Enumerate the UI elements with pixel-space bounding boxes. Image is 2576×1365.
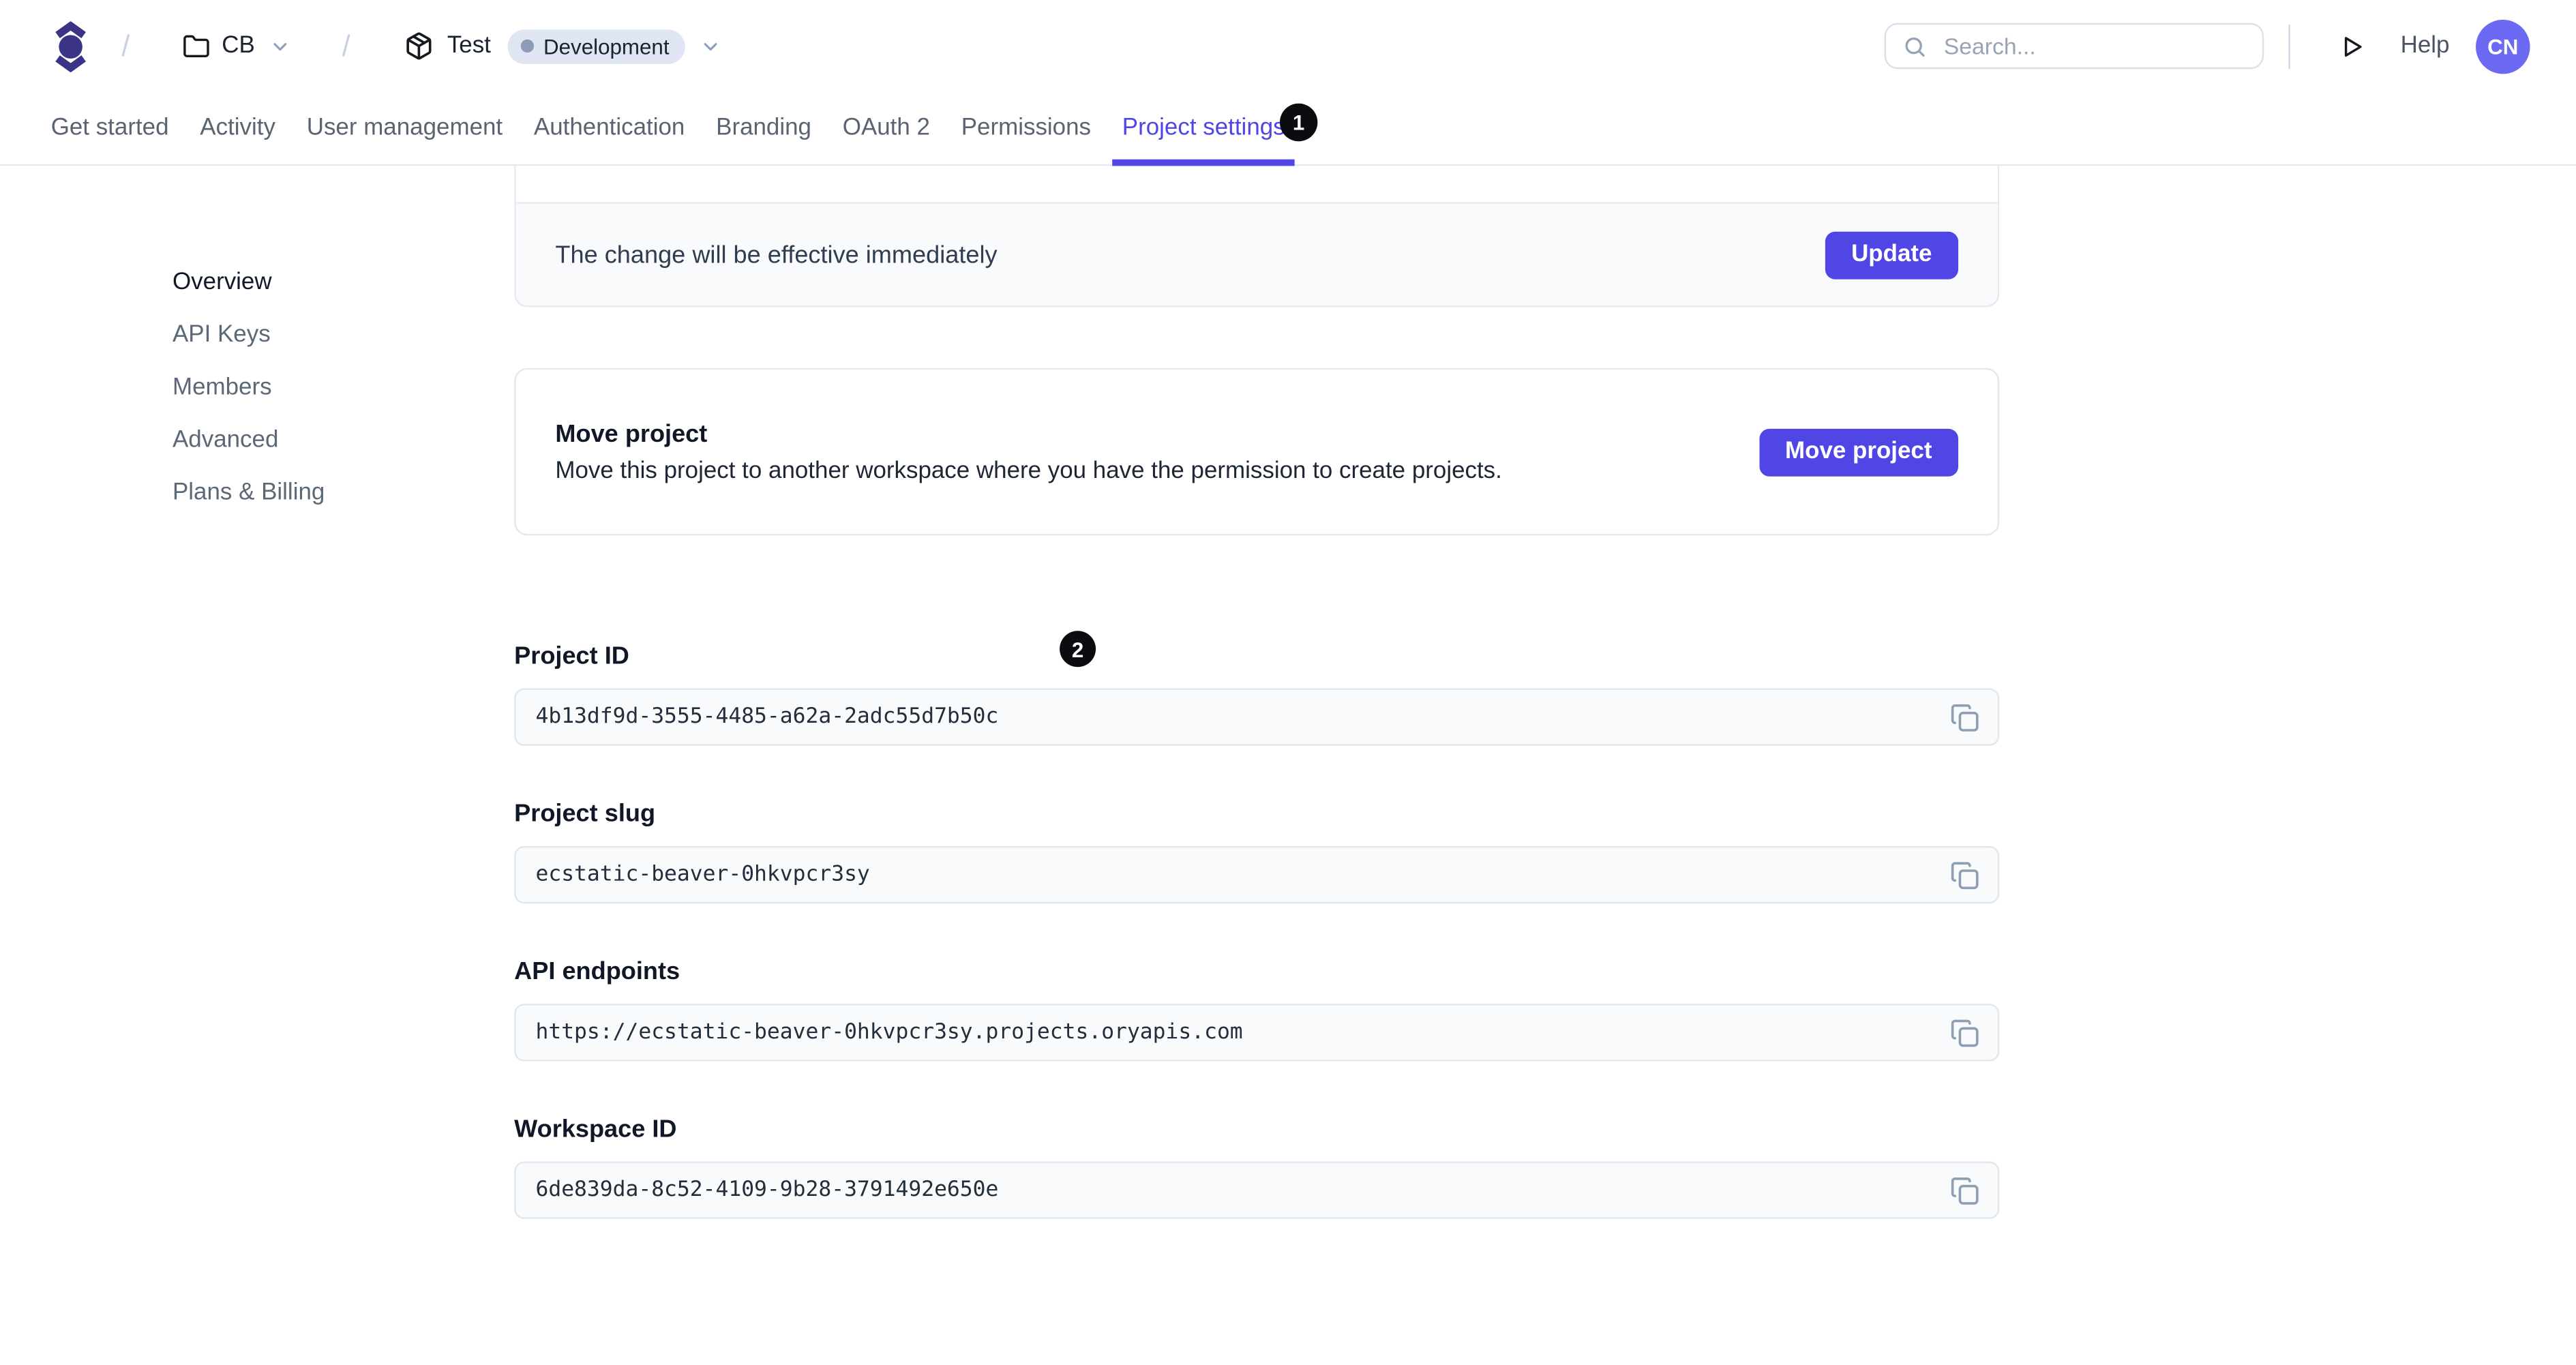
package-icon: [404, 31, 434, 61]
move-project-button[interactable]: Move project: [1758, 427, 1959, 476]
project-id-value: 4b13df9d-3555-4485-a62a-2adc55d7b50c: [535, 704, 999, 730]
app-window: 1 2 / CB / Test Development Search... He…: [0, 0, 2576, 1365]
project-slug-field: ecstatic-beaver-0hkvpcr3sy: [514, 845, 2000, 904]
breadcrumb-separator: /: [342, 29, 350, 62]
project-id-section: Project ID 4b13df9d-3555-4485-a62a-2adc5…: [514, 642, 2000, 746]
annotation-badge-2: 2: [1060, 631, 1096, 668]
api-endpoints-label: API endpoints: [514, 957, 680, 986]
top-bar-actions: Help CN: [1885, 18, 2530, 74]
page-body: Overview API Keys Members Advanced Plans…: [0, 166, 2576, 1273]
user-avatar[interactable]: CN: [2476, 18, 2530, 74]
sidebar-item-advanced[interactable]: Advanced: [173, 422, 514, 458]
environment-dot-icon: [520, 39, 534, 53]
environment-label: Development: [543, 33, 670, 59]
sidebar-item-overview[interactable]: Overview: [173, 265, 514, 301]
update-message: The change will be effective immediately: [555, 240, 998, 269]
move-project-title: Move project: [555, 419, 708, 448]
workspace-id-label: Workspace ID: [514, 1115, 677, 1143]
annotation-badge-1: 1: [1279, 103, 1318, 142]
workspace-id-field: 6de839da-8c52-4109-9b28-3791492e650e: [514, 1161, 2000, 1219]
tab-permissions[interactable]: Permissions: [961, 92, 1091, 164]
search-input[interactable]: [1940, 31, 2247, 61]
play-icon[interactable]: [2338, 32, 2366, 60]
workspace-switcher[interactable]: CB: [182, 32, 290, 60]
ory-logo-icon[interactable]: [55, 20, 87, 72]
project-slug-section: Project slug ecstatic-beaver-0hkvpcr3sy: [514, 800, 2000, 904]
project-id-field: 4b13df9d-3555-4485-a62a-2adc55d7b50c: [514, 688, 2000, 746]
sidebar-item-api-keys[interactable]: API Keys: [173, 317, 514, 353]
copy-button[interactable]: [1950, 1018, 1979, 1047]
project-slug-value: ecstatic-beaver-0hkvpcr3sy: [535, 862, 870, 888]
sidebar-item-members[interactable]: Members: [173, 370, 514, 406]
settings-sidebar: Overview API Keys Members Advanced Plans…: [0, 166, 514, 1273]
settings-content: The change will be effective immediately…: [514, 166, 2000, 1273]
chevron-down-icon: [700, 35, 721, 57]
project-name: Test: [447, 33, 491, 59]
tab-project-settings[interactable]: Project settings: [1112, 92, 1296, 166]
copy-button[interactable]: [1950, 1175, 1979, 1205]
help-link[interactable]: Help: [2401, 33, 2450, 59]
tab-branding[interactable]: Branding: [716, 92, 811, 164]
chevron-down-icon: [270, 35, 291, 57]
update-card: The change will be effective immediately…: [514, 166, 2000, 308]
move-project-card: Move project Move this project to anothe…: [514, 368, 2000, 536]
breadcrumb: / CB / Test Development: [55, 20, 722, 72]
breadcrumb-separator: /: [121, 29, 130, 62]
top-bar-divider: [2288, 23, 2291, 68]
environment-badge: Development: [507, 29, 686, 63]
api-endpoints-value: https://ecstatic-beaver-0hkvpcr3sy.proje…: [535, 1020, 1243, 1045]
api-endpoints-field: https://ecstatic-beaver-0hkvpcr3sy.proje…: [514, 1004, 2000, 1062]
sidebar-item-plans-billing[interactable]: Plans & Billing: [173, 475, 514, 511]
top-bar: / CB / Test Development Search... Help C…: [0, 0, 2576, 92]
copy-button[interactable]: [1950, 860, 1979, 889]
move-project-text: Move project Move this project to anothe…: [555, 420, 1501, 484]
project-id-label: Project ID: [514, 642, 629, 671]
project-slug-label: Project slug: [514, 800, 656, 828]
tab-oauth2[interactable]: OAuth 2: [843, 92, 930, 164]
tab-user-management[interactable]: User management: [307, 92, 503, 164]
folder-icon: [182, 32, 210, 60]
tab-authentication[interactable]: Authentication: [534, 92, 685, 164]
tab-get-started[interactable]: Get started: [51, 92, 169, 164]
workspace-id-value: 6de839da-8c52-4109-9b28-3791492e650e: [535, 1178, 999, 1203]
copy-button[interactable]: [1950, 702, 1979, 732]
move-project-description: Move this project to another workspace w…: [555, 457, 1502, 484]
update-card-footer: The change will be effective immediately…: [515, 202, 1998, 306]
project-switcher[interactable]: Test Development: [404, 29, 722, 63]
update-card-body: [515, 166, 1998, 202]
api-endpoints-section: API endpoints https://ecstatic-beaver-0h…: [514, 957, 2000, 1062]
tab-activity[interactable]: Activity: [200, 92, 275, 164]
search-icon: [1903, 33, 1928, 58]
project-identifiers: Project ID 4b13df9d-3555-4485-a62a-2adc5…: [514, 642, 2000, 1219]
workspace-name: CB: [222, 33, 255, 59]
search-box[interactable]: [1885, 22, 2264, 70]
workspace-id-section: Workspace ID 6de839da-8c52-4109-9b28-379…: [514, 1115, 2000, 1219]
update-button[interactable]: Update: [1825, 230, 1959, 279]
